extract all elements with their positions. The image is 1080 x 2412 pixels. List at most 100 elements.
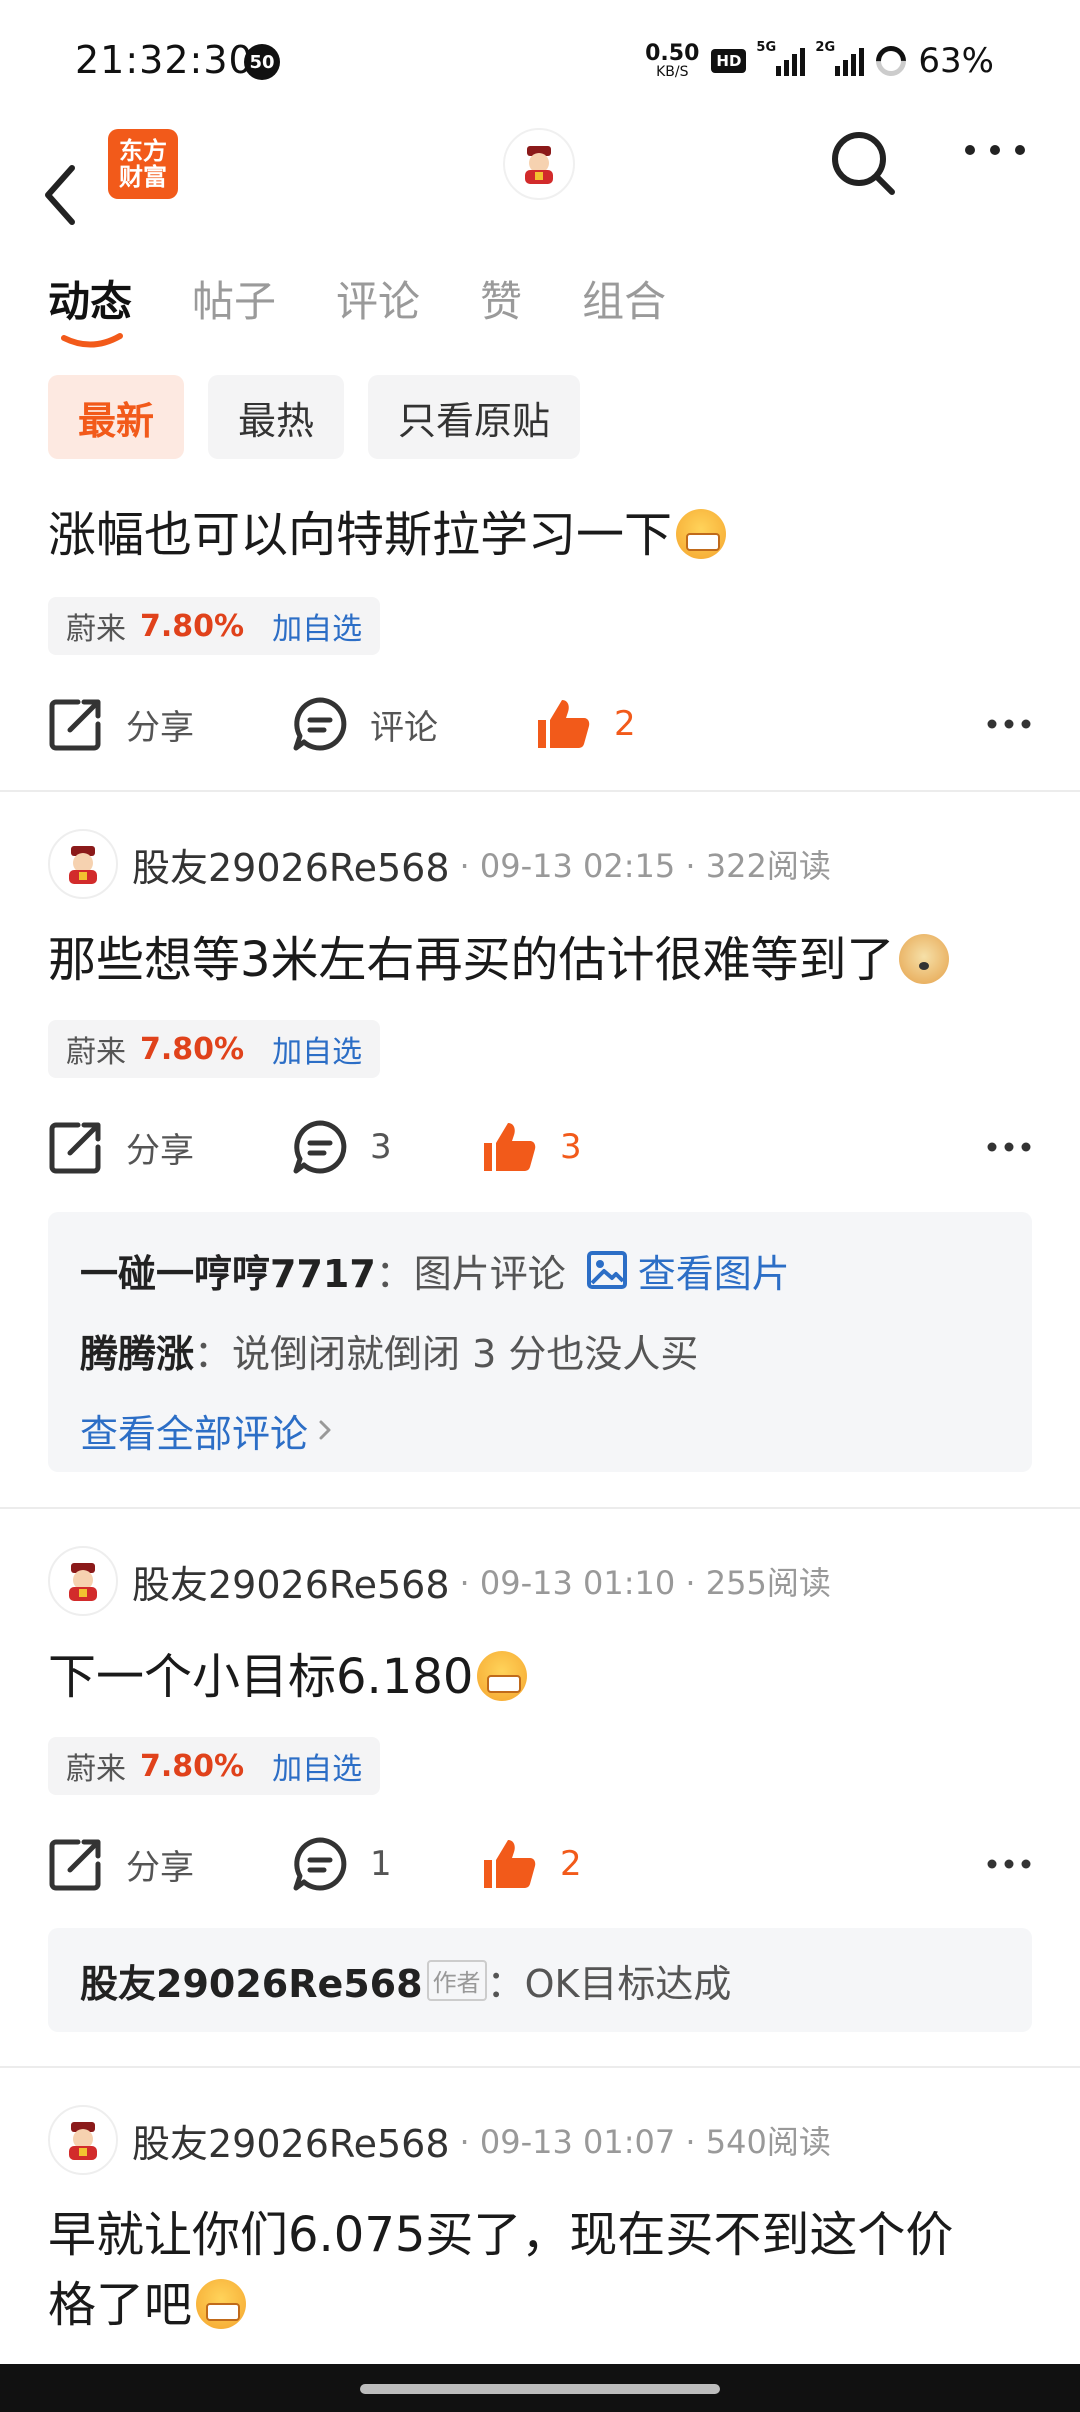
post-meta: · 09-13 01:07 · 540阅读 [459, 2123, 831, 2161]
comment-button[interactable]: 3 [292, 1119, 482, 1175]
comment-text: 图片评论 [413, 1251, 566, 1296]
comment-preview: 股友29026Re568 作者 ： OK目标达成 [48, 1928, 1032, 2032]
doge-emoji-icon [898, 934, 949, 984]
comment-item[interactable]: 腾腾涨 ： 说倒闭就倒闭 3 分也没人买 [80, 1310, 1000, 1390]
comment-separator: ： [194, 1331, 233, 1376]
post-text[interactable]: 涨幅也可以向特斯拉学习一下 [48, 500, 1038, 570]
post-text-line: 早就让你们6.075买了，现在买不到这个价 [48, 2207, 954, 2263]
view-image-link[interactable]: 查看图片 [586, 1243, 790, 1298]
tab-posts[interactable]: 帖子 [192, 268, 276, 329]
author-row[interactable]: 股友29026Re568 · 09-13 02:15 · 322阅读 [48, 828, 831, 900]
add-watchlist-button[interactable]: 加自选 [272, 1027, 362, 1071]
avatar[interactable] [48, 1546, 118, 1616]
comment-count: 1 [370, 1844, 392, 1884]
author-name[interactable]: 股友29026Re568 [132, 2113, 450, 2168]
share-button[interactable]: 分享 [48, 1836, 292, 1892]
tab-comments[interactable]: 评论 [336, 268, 420, 329]
post-text[interactable]: 早就让你们6.075买了，现在买不到这个价 格了吧 [48, 2200, 1038, 2340]
filter-original-only[interactable]: 只看原贴 [368, 375, 581, 459]
thumbs-up-icon [484, 1123, 536, 1171]
search-icon [832, 132, 895, 195]
status-indicators: 0.50 KB/S HD 5G 2G 63% [645, 36, 994, 86]
comment-user[interactable]: 一碰一哼哼7717 [80, 1243, 376, 1298]
like-button[interactable]: 3 [482, 1119, 582, 1175]
author-row[interactable]: 股友29026Re568 · 09-13 01:07 · 540阅读 [48, 2104, 831, 2176]
author-row[interactable]: 股友29026Re568 · 09-13 01:10 · 255阅读 [48, 1545, 831, 1617]
author-name[interactable]: 股友29026Re568 [132, 837, 450, 892]
tab-dynamics[interactable]: 动态 [48, 268, 133, 347]
stock-tag[interactable]: 蔚来 7.80% 加自选 [48, 597, 381, 655]
user-avatar[interactable] [503, 128, 575, 200]
image-icon [586, 1251, 627, 1289]
post-text[interactable]: 下一个小目标6.180 [48, 1642, 1038, 1712]
comment-count: 3 [370, 1127, 392, 1167]
more-options-button[interactable] [960, 140, 1030, 180]
fortune-god-avatar-icon [69, 846, 97, 884]
chevron-right-icon [319, 1420, 331, 1440]
status-time: 21:32:30 [75, 38, 254, 82]
add-watchlist-button[interactable]: 加自选 [272, 1744, 362, 1788]
comment-user[interactable]: 股友29026Re568 [80, 1953, 423, 2008]
share-icon [49, 1839, 101, 1891]
avatar[interactable] [48, 2105, 118, 2175]
back-button[interactable] [40, 160, 90, 240]
view-all-comments-link[interactable]: 查看全部评论 [80, 1390, 1000, 1470]
comment-user[interactable]: 腾腾涨 [80, 1323, 194, 1378]
tab-label: 动态 [48, 276, 133, 326]
add-watchlist-button[interactable]: 加自选 [272, 604, 362, 648]
post-actions: 分享 1 2 [48, 1824, 1038, 1904]
battery-icon [870, 39, 913, 83]
divider [0, 2066, 1080, 2068]
app-logo-line1: 东方 [119, 136, 167, 165]
header: 东方 财富 [0, 120, 1080, 270]
more-dots-icon [965, 145, 1025, 155]
like-count: 2 [614, 704, 636, 744]
stock-tag[interactable]: 蔚来 7.80% 加自选 [48, 1020, 381, 1078]
filter-latest[interactable]: 最新 [48, 375, 185, 459]
comment-item[interactable]: 股友29026Re568 作者 ： OK目标达成 [80, 1940, 1000, 2020]
share-button[interactable]: 分享 [48, 696, 292, 752]
post-text-line: 格了吧 [48, 2277, 193, 2333]
like-button[interactable]: 2 [482, 1836, 582, 1892]
avatar[interactable] [48, 829, 118, 899]
comment-item[interactable]: 一碰一哼哼7717 ： 图片评论 查看图片 [80, 1230, 1000, 1310]
share-button[interactable]: 分享 [48, 1119, 292, 1175]
post-meta: · 09-13 01:10 · 255阅读 [459, 1564, 831, 1602]
like-button[interactable]: 2 [536, 696, 636, 752]
search-button[interactable] [828, 128, 898, 198]
like-count: 3 [560, 1127, 582, 1167]
chevron-left-icon [45, 165, 75, 225]
tab-likes[interactable]: 赞 [480, 268, 522, 329]
author-name[interactable]: 股友29026Re568 [132, 1554, 450, 1609]
post-more-button[interactable] [986, 715, 1032, 734]
signal-5g-label: 5G [756, 40, 777, 55]
stock-name: 蔚来 [66, 1035, 126, 1070]
post-meta: · 09-13 02:15 · 322阅读 [459, 847, 831, 885]
grin-emoji-icon [196, 2279, 247, 2329]
comment-button[interactable]: 评论 [292, 696, 536, 752]
share-label: 分享 [126, 1847, 194, 1888]
post-text-line-wrap: 格了吧 [48, 2270, 1038, 2340]
like-count: 2 [560, 1844, 582, 1884]
home-gesture-handle[interactable] [360, 2384, 720, 2394]
post-more-button[interactable] [986, 1855, 1032, 1874]
divider [0, 790, 1080, 792]
comment-bubble-icon [293, 1837, 347, 1891]
post-text[interactable]: 那些想等3米左右再买的估计很难等到了 [48, 925, 1038, 995]
network-speed-unit: KB/S [656, 64, 689, 80]
filter-hottest[interactable]: 最热 [208, 375, 345, 459]
fortune-god-avatar-icon [525, 146, 553, 184]
tab-active-indicator [61, 332, 123, 347]
stock-tag[interactable]: 蔚来 7.80% 加自选 [48, 1737, 381, 1795]
post-actions: 分享 评论 2 [48, 684, 1038, 764]
thumbs-up-icon [538, 700, 590, 748]
filter-chips: 最新 最热 只看原贴 [48, 375, 581, 459]
battery-percent: 63% [918, 41, 994, 81]
share-icon [49, 699, 101, 751]
comment-button[interactable]: 1 [292, 1836, 482, 1892]
tab-portfolio[interactable]: 组合 [582, 268, 666, 329]
app-logo[interactable]: 东方 财富 [108, 129, 178, 199]
post-text-content: 下一个小目标6.180 [48, 1649, 474, 1705]
comment-separator: ： [375, 1251, 414, 1296]
post-more-button[interactable] [986, 1138, 1032, 1157]
